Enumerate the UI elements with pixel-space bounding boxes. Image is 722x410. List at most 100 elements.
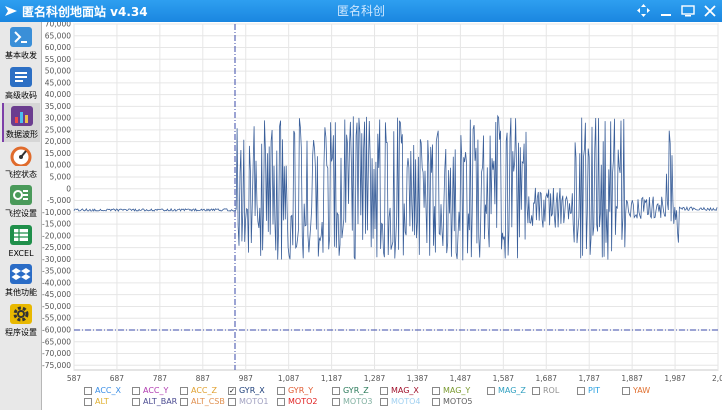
legend-item-yaw[interactable]: YAW [622,386,650,396]
legend-checkbox[interactable] [380,398,388,406]
legend-checkbox[interactable] [132,387,140,395]
legend-item-gyr_x[interactable]: ✓ GYR_X [228,386,265,396]
x-tick-label: 1,687 [536,374,558,382]
legend-label: ROL [543,386,560,395]
legend-item-moto5[interactable]: MOTO5 [432,397,472,407]
sidebar-item-label: 飞控设置 [5,209,37,218]
x-tick-label: 1,287 [364,374,386,382]
x-tick-label: 887 [196,374,211,382]
legend-label: MOTO3 [343,397,373,406]
legend-item-alt_csb[interactable]: ALT_CSB [180,397,225,407]
legend-label: PIT [588,386,601,395]
y-tick-label: 50,000 [45,67,71,76]
sidebar-item-6[interactable]: 其他功能 [2,261,40,300]
legend-item-mag_x[interactable]: MAG_X [380,386,419,396]
sidebar-item-0[interactable]: 基本收发 [2,24,40,63]
y-tick-label: -75,000 [42,361,71,370]
legend-checkbox[interactable] [332,398,340,406]
maximize-button[interactable] [679,2,696,19]
legend-checkbox[interactable] [228,398,236,406]
y-tick-label: 60,000 [45,43,71,52]
legend-checkbox[interactable] [332,387,340,395]
legend-item-acc_x[interactable]: ACC_X [84,386,121,396]
sidebar: 基本收发 高级收码 数据波形飞控状态飞控设置 EXCEL 其他功能程序设置 [0,22,42,410]
legend-checkbox[interactable] [180,398,188,406]
close-button[interactable] [701,2,718,19]
sidebar-item-label: 飞控状态 [5,169,37,179]
legend-item-mag_z[interactable]: MAG_Z [487,386,526,396]
legend-item-gyr_z[interactable]: GYR_Z [332,386,369,396]
legend-checkbox[interactable] [277,398,285,406]
legend-checkbox[interactable] [84,387,92,395]
legend-label: YAW [633,386,651,395]
legend-checkbox[interactable] [180,387,188,395]
legend-item-gyr_y[interactable]: GYR_Y [277,386,313,396]
legend-item-mag_y[interactable]: MAG_Y [432,386,470,396]
legend-item-alt_bar[interactable]: ALT_BAR [132,397,177,407]
maximize-icon [680,4,695,16]
sidebar-item-7[interactable]: 程序设置 [2,301,40,340]
x-tick-label: 787 [153,374,168,382]
y-tick-label: -5,000 [47,196,71,205]
legend-checkbox[interactable] [487,387,495,395]
y-tick-label: 45,000 [45,78,71,87]
legend-item-moto1[interactable]: MOTO1 [228,397,268,407]
minimize-icon [660,13,671,16]
dropbox-icon [7,261,35,287]
legend-label: MOTO1 [239,397,269,406]
legend-item-pit[interactable]: PIT [577,386,600,396]
sidebar-item-3[interactable]: 飞控状态 [2,143,40,182]
y-tick-label: -65,000 [42,337,71,346]
y-tick-label: -40,000 [42,278,71,287]
app-logo-icon [5,6,17,16]
y-tick-label: 40,000 [45,90,71,99]
legend-checkbox[interactable] [132,398,140,406]
legend-item-acc_y[interactable]: ACC_Y [132,386,168,396]
move-arrows-icon [637,4,650,17]
legend-checkbox[interactable] [577,387,585,395]
x-tick-label: 1,387 [407,374,429,382]
legend-label: GYR_Y [288,386,314,395]
legend-checkbox[interactable]: ✓ [228,387,236,395]
legend-item-acc_z[interactable]: ACC_Z [180,386,217,396]
legend-checkbox[interactable] [532,387,540,395]
x-tick-label: 1,087 [278,374,300,382]
legend-label: MAG_X [391,386,419,395]
x-tick-label: 1,787 [578,374,600,382]
sidebar-item-1[interactable]: 高级收码 [2,64,40,103]
legend-checkbox[interactable] [432,398,440,406]
close-icon [703,4,716,17]
minimize-button[interactable] [657,2,674,19]
sidebar-item-2[interactable]: 数据波形 [2,103,40,142]
legend-checkbox[interactable] [84,398,92,406]
legend-checkbox[interactable] [622,387,630,395]
waveform-chart[interactable]: 70,000 65,000 60,000 55,000 50,000 45,000 40,0… [42,22,722,382]
gauge-icon [7,143,35,169]
chart-svg[interactable]: 70,000 65,000 60,000 55,000 50,000 45,000 40,0… [42,22,722,382]
legend-checkbox[interactable] [380,387,388,395]
sidebar-item-label: EXCEL [8,248,34,258]
y-tick-label: -35,000 [42,267,71,276]
legend-checkbox[interactable] [277,387,285,395]
sidebar-item-5[interactable]: EXCEL [2,222,40,261]
legend-item-moto2[interactable]: MOTO2 [277,397,317,407]
x-tick-label: 987 [239,374,254,382]
legend-checkbox[interactable] [432,387,440,395]
sidebar-item-4[interactable]: 飞控设置 [2,182,40,221]
channel-legend: ACC_X ACC_Y ACC_Z ✓ GYR_X GYR_Y GYR_Z MAG_X MAG_… [42,386,722,410]
legend-item-rol[interactable]: ROL [532,386,559,396]
legend-label: ALT [95,397,109,406]
y-tick-label: 35,000 [45,102,71,111]
legend-item-moto3[interactable]: MOTO3 [332,397,372,407]
y-tick-label: -70,000 [42,349,71,358]
x-tick-label: 1,887 [621,374,643,382]
move-button[interactable] [635,2,652,19]
title-bar: 匿名科创地面站 v4.34 匿名科创 [0,0,722,22]
legend-label: MOTO5 [443,397,473,406]
legend-item-moto4[interactable]: MOTO4 [380,397,420,407]
y-tick-label: -20,000 [42,231,71,240]
sidebar-item-label: 程序设置 [5,327,37,337]
legend-label: MOTO2 [288,397,318,406]
legend-item-alt[interactable]: ALT [84,397,109,407]
x-tick-label: 1,587 [493,374,515,382]
